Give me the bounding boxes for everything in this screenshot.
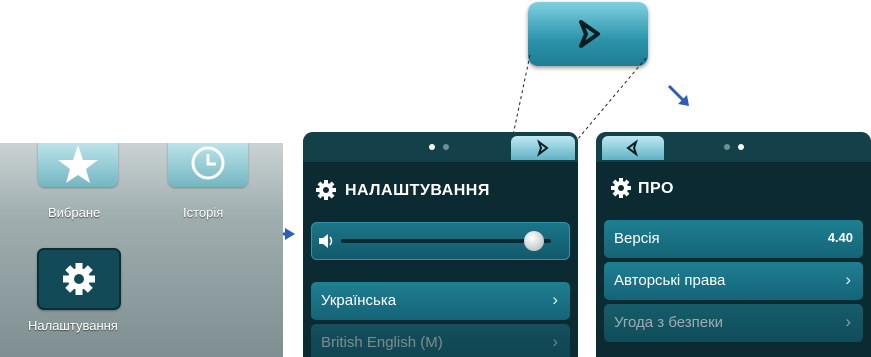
chevron-right-icon: › xyxy=(552,290,558,309)
volume-control xyxy=(311,222,570,260)
list-item-label: Українська xyxy=(321,292,397,309)
arrow-down-right-icon xyxy=(667,84,689,106)
volume-slider-track[interactable] xyxy=(341,239,551,243)
list-item-label: Угода з безпеки xyxy=(614,314,724,331)
gear-icon xyxy=(611,178,631,198)
clock-icon xyxy=(191,146,225,180)
history-label: Історія xyxy=(183,205,224,220)
page-dot-active xyxy=(738,144,744,150)
settings-label: Налаштування xyxy=(28,318,118,333)
gear-icon xyxy=(63,263,95,295)
chevron-right-icon: › xyxy=(845,270,851,289)
list-item-label: Версія xyxy=(614,230,660,247)
favorites-tile[interactable] xyxy=(38,143,118,187)
volume-slider-thumb[interactable] xyxy=(524,231,545,251)
back-page-button[interactable] xyxy=(602,136,664,160)
next-page-button[interactable] xyxy=(511,136,575,160)
history-tile[interactable] xyxy=(168,143,248,187)
chevron-left-icon xyxy=(626,139,638,157)
list-item-voice[interactable]: British English (M) › xyxy=(311,324,570,357)
list-item-version[interactable]: Версія 4.40 xyxy=(604,220,863,258)
star-icon xyxy=(58,145,98,183)
chevron-right-icon: › xyxy=(845,312,851,331)
list-item-label: Авторські права xyxy=(614,272,726,289)
version-value: 4.40 xyxy=(827,230,853,245)
page-dot xyxy=(443,144,449,150)
settings-title: НАЛАШТУВАННЯ xyxy=(345,182,490,199)
about-screen: ПРО Версія 4.40 Авторські права › Угода … xyxy=(596,132,871,357)
settings-screen: НАЛАШТУВАННЯ Українська › British Englis… xyxy=(303,132,578,357)
list-item-language[interactable]: Українська › xyxy=(311,282,570,320)
home-screen: Вибране Історія Налаштування xyxy=(0,143,283,357)
list-item-safety-agreement[interactable]: Угода з безпеки › xyxy=(604,304,863,342)
favorites-label: Вибране xyxy=(48,205,101,220)
chevron-right-icon: › xyxy=(552,332,558,351)
settings-tile[interactable] xyxy=(37,248,121,310)
chevron-right-icon xyxy=(537,139,549,157)
speaker-icon xyxy=(319,234,333,248)
about-title: ПРО xyxy=(638,180,674,197)
page-dot-active xyxy=(429,144,435,150)
page-dot xyxy=(724,144,730,150)
gear-icon xyxy=(316,180,336,200)
list-item-copyright[interactable]: Авторські права › xyxy=(604,262,863,300)
list-item-label: British English (M) xyxy=(321,334,443,351)
